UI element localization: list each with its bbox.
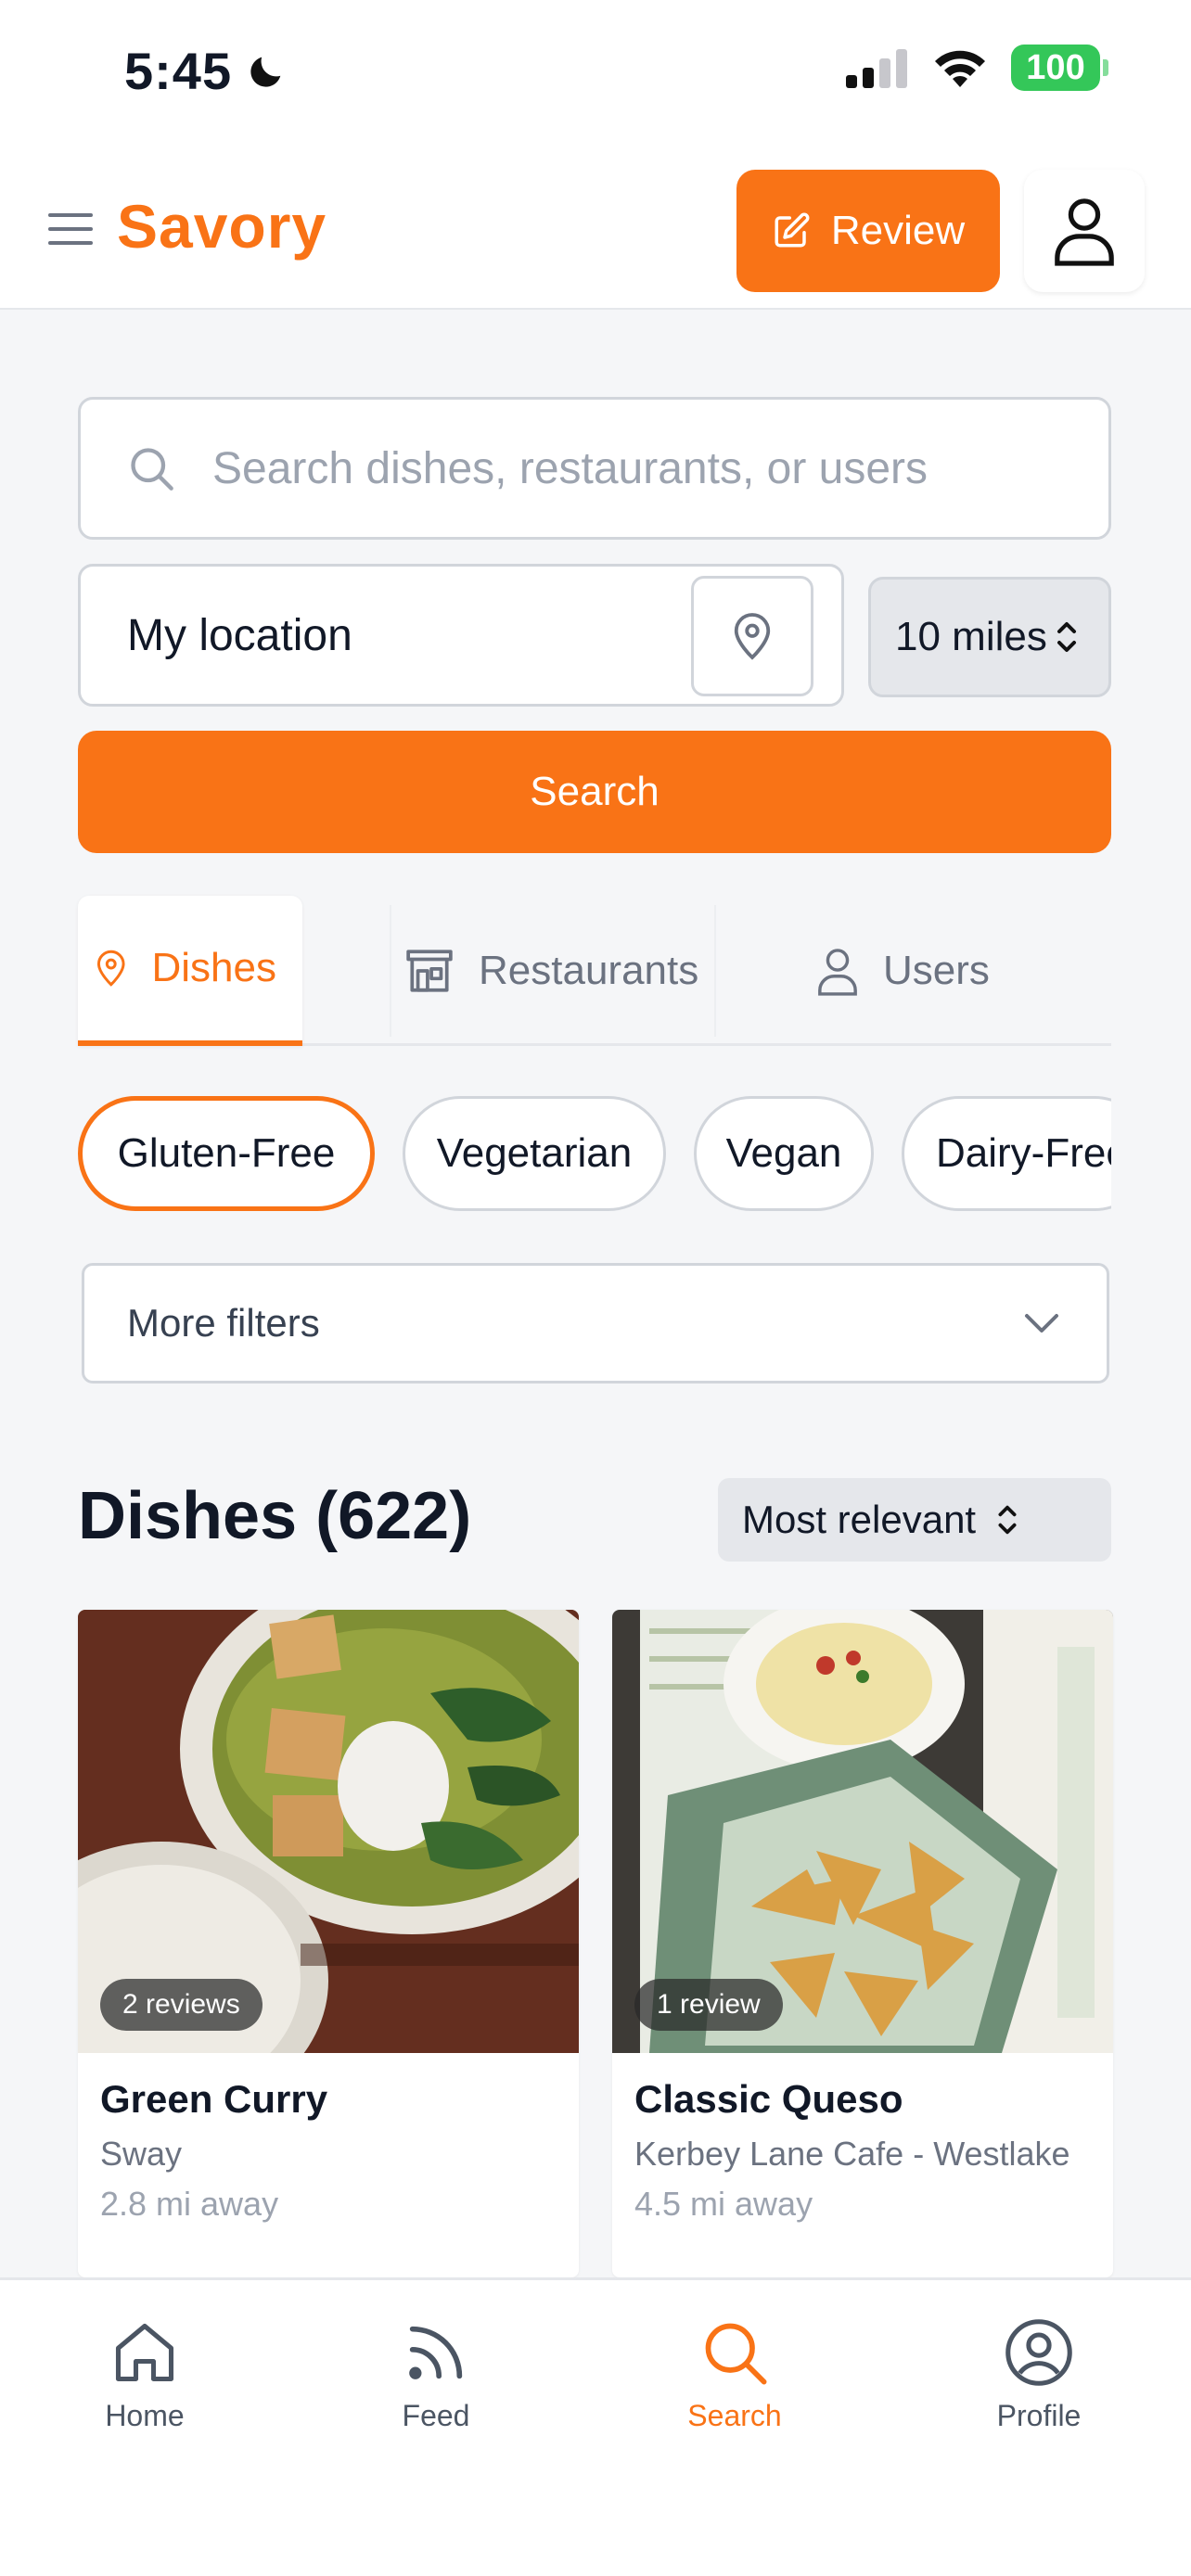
menu-icon-bar [48,227,93,231]
search-field[interactable] [78,397,1111,540]
distance-value: 10 miles [895,614,1047,659]
review-label: Review [830,208,966,253]
status-bar: 5:45 100 [0,0,1191,139]
menu-icon-bar [48,213,93,217]
sort-value: Most relevant [742,1498,977,1541]
chip-label: Dairy-Free [936,1130,1111,1176]
review-button[interactable]: Review [736,170,1000,292]
chip-label: Gluten-Free [117,1130,336,1176]
dish-photo: 1 review [612,1610,1113,2053]
bottom-nav: Home Feed Search Profile [0,2277,1191,2576]
status-time: 5:45 [124,41,288,101]
chevron-down-icon [1025,1314,1058,1333]
profile-icon [1005,2319,1072,2386]
menu-button[interactable] [48,213,93,247]
filter-chips: Gluten-Free Vegetarian Vegan Dairy-Free [78,1092,1111,1215]
map-pin-icon [734,613,771,660]
feed-icon [409,2326,463,2379]
tab-divider [714,905,716,1037]
user-icon [1055,198,1114,266]
location-field[interactable] [78,564,844,707]
nav-profile[interactable]: Profile [946,2317,1132,2433]
profile-button[interactable] [1024,170,1145,292]
nav-profile-label: Profile [996,2399,1082,2432]
chip-gluten-free[interactable]: Gluten-Free [78,1096,375,1211]
search-input[interactable] [212,442,1047,494]
home-icon [115,2323,174,2382]
dish-card[interactable]: 2 reviews Green Curry Sway 2.8 mi away [78,1610,579,2277]
dish-photo: 2 reviews [78,1610,579,2053]
cellular-signal-icon [846,49,907,88]
review-count: 2 reviews [122,1989,240,2020]
search-button[interactable]: Search [78,731,1111,853]
nav-search[interactable]: Search [642,2317,827,2433]
dish-name: Green Curry [100,2077,328,2121]
nav-feed-label: Feed [402,2399,470,2432]
app-logo[interactable]: Savory [117,191,327,261]
tab-dishes[interactable]: Dishes [78,896,302,1046]
moon-icon [250,57,281,87]
battery-level: 100 [1026,47,1085,87]
battery-indicator: 100 [1011,45,1108,91]
dish-name: Classic Queso [634,2077,903,2121]
wifi-icon [935,50,985,87]
chip-vegetarian[interactable]: Vegetarian [403,1096,666,1211]
result-tabs: Dishes Restaurants Users [78,896,1111,1046]
tab-users[interactable]: Users [816,896,990,1046]
nav-search-label: Search [687,2399,782,2432]
review-count: 1 review [657,1989,761,2020]
chevron-up-down-icon [1057,622,1076,652]
chip-label: Vegan [725,1130,842,1176]
tab-divider [390,905,391,1037]
storefront-icon [406,950,453,992]
distance-select[interactable]: 10 miles [868,577,1111,697]
review-count-badge: 2 reviews [100,1979,263,2031]
tab-restaurants-label: Restaurants [479,948,699,993]
more-filters-label: More filters [127,1301,320,1345]
menu-icon-bar [48,241,93,245]
nav-home-label: Home [105,2399,185,2432]
distance-text: 4.5 mi away [634,2185,813,2223]
chip-label: Vegetarian [436,1130,633,1176]
app-header: Savory Review [0,139,1191,310]
chevron-up-down-icon [998,1505,1017,1535]
clock-text: 5:45 [124,42,233,100]
restaurant-name: Kerbey Lane Cafe - Westlake [634,2135,1070,2173]
location-input[interactable] [127,609,665,661]
pencil-square-icon [775,212,810,248]
use-location-button[interactable] [691,576,813,696]
search-button-label: Search [530,769,660,814]
tab-restaurants[interactable]: Restaurants [404,896,698,1046]
nav-home[interactable]: Home [52,2317,237,2433]
distance-text: 2.8 mi away [100,2185,279,2223]
more-filters-dropdown[interactable]: More filters [82,1263,1109,1384]
search-icon [131,448,173,491]
status-indicators: 100 [844,45,1108,91]
review-count-badge: 1 review [634,1979,783,2031]
restaurant-name: Sway [100,2135,183,2173]
dish-card[interactable]: 1 review Classic Queso Kerbey Lane Cafe … [612,1610,1113,2277]
map-pin-icon [96,950,125,987]
results-title: Dishes (622) [78,1479,472,1553]
chip-dairy-free[interactable]: Dairy-Free [902,1096,1111,1211]
search-icon [705,2323,767,2385]
tab-users-label: Users [883,948,990,993]
tab-dishes-label: Dishes [151,945,277,990]
sort-select[interactable]: Most relevant [718,1478,1111,1562]
user-icon [818,949,857,996]
chip-vegan[interactable]: Vegan [694,1096,874,1211]
nav-feed[interactable]: Feed [343,2317,529,2433]
